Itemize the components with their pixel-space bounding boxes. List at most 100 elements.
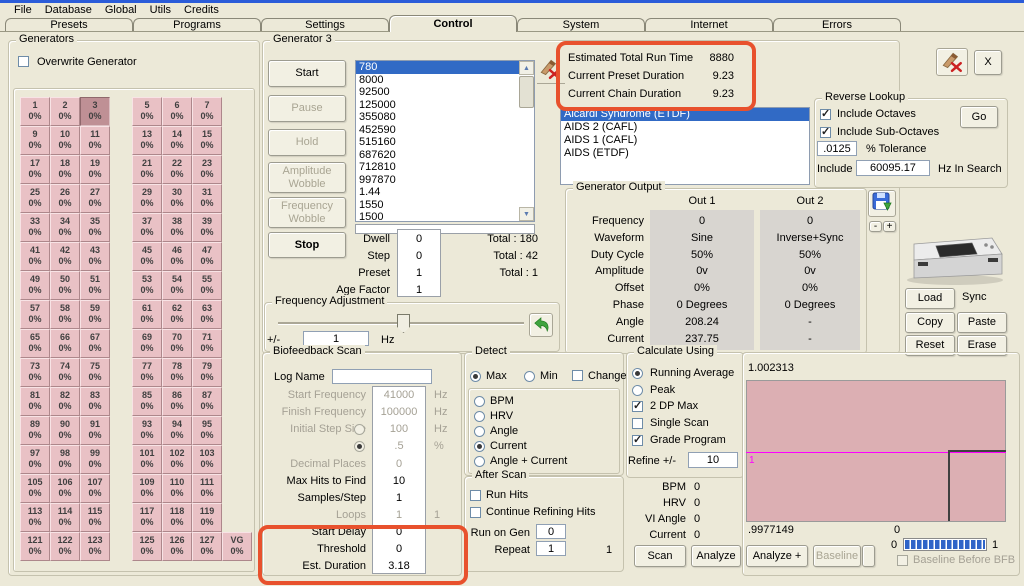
detect-source-radio-angle[interactable]: [474, 426, 485, 437]
frequency-item[interactable]: 452590: [356, 124, 520, 137]
generator-cell-45[interactable]: 450%: [132, 242, 162, 271]
generator-cell-113[interactable]: 1130%: [20, 503, 50, 532]
initial-step-size-radio[interactable]: [354, 424, 365, 435]
generator-cell-1[interactable]: 10%: [20, 97, 50, 126]
generator-cell-105[interactable]: 1050%: [20, 474, 50, 503]
program-list[interactable]: Aicardi Syndrome (ETDF)AIDS 2 (CAFL)AIDS…: [560, 107, 810, 185]
bfb-row-value[interactable]: 1: [374, 492, 424, 504]
generator-cell-62[interactable]: 620%: [162, 300, 192, 329]
generator-cell-42[interactable]: 420%: [50, 242, 80, 271]
generator-cell-101[interactable]: 1010%: [132, 445, 162, 474]
generator-cell-75[interactable]: 750%: [80, 358, 110, 387]
refine-input[interactable]: 10: [688, 452, 738, 468]
run-on-gen-input[interactable]: 0: [536, 524, 566, 539]
generator-cell-26[interactable]: 260%: [50, 184, 80, 213]
age-factor-value[interactable]: 1: [397, 284, 441, 296]
generator-cell-23[interactable]: 230%: [192, 155, 222, 184]
frequency-item[interactable]: 125000: [356, 99, 520, 112]
generator-cell-30[interactable]: 300%: [162, 184, 192, 213]
generator-cell-46[interactable]: 460%: [162, 242, 192, 271]
frequency-item[interactable]: 92500: [356, 86, 520, 99]
tab-errors[interactable]: Errors: [773, 18, 901, 31]
generator-cell-115[interactable]: 1150%: [80, 503, 110, 532]
tab-settings[interactable]: Settings: [261, 18, 389, 31]
generator-cell-15[interactable]: 150%: [192, 126, 222, 155]
generator-cell-63[interactable]: 630%: [192, 300, 222, 329]
calc-checkbox-single-scan[interactable]: [632, 418, 643, 429]
generator-cell-81[interactable]: 810%: [20, 387, 50, 416]
generator-cell-103[interactable]: 1030%: [192, 445, 222, 474]
generator-cell-18[interactable]: 180%: [50, 155, 80, 184]
generator-cell-127[interactable]: 1270%: [192, 532, 222, 561]
generator-cell-93[interactable]: 930%: [132, 416, 162, 445]
generator-cell-50[interactable]: 500%: [50, 271, 80, 300]
calc-radio-running-average[interactable]: [632, 368, 643, 379]
generator-cell-83[interactable]: 830%: [80, 387, 110, 416]
initial-step-size-radio[interactable]: [354, 441, 365, 452]
generator-cell-41[interactable]: 410%: [20, 242, 50, 271]
calc-checkbox-grade-program[interactable]: [632, 435, 643, 446]
generator-cell-7[interactable]: 70%: [192, 97, 222, 126]
generator-cell-38[interactable]: 380%: [162, 213, 192, 242]
generator-cell-9[interactable]: 90%: [20, 126, 50, 155]
hold-button[interactable]: Hold: [268, 129, 346, 156]
generator-cell-25[interactable]: 250%: [20, 184, 50, 213]
baseline-before-bfb-checkbox[interactable]: [897, 555, 908, 566]
paste-button[interactable]: Paste: [957, 312, 1007, 333]
generator-cell-118[interactable]: 1180%: [162, 503, 192, 532]
tab-control[interactable]: Control: [389, 15, 517, 32]
step-value[interactable]: 0: [397, 250, 441, 262]
menu-item-utils[interactable]: Utils: [150, 4, 171, 16]
generator-cell-79[interactable]: 790%: [192, 358, 222, 387]
generator-cell-54[interactable]: 540%: [162, 271, 192, 300]
generator-cell-78[interactable]: 780%: [162, 358, 192, 387]
bfb-row-value[interactable]: 0: [374, 526, 424, 538]
generator-cell-27[interactable]: 270%: [80, 184, 110, 213]
frequency-item[interactable]: 712810: [356, 161, 520, 174]
generator-cell-71[interactable]: 710%: [192, 329, 222, 358]
generator-cell-123[interactable]: 1230%: [80, 532, 110, 561]
generator-cell-6[interactable]: 60%: [162, 97, 192, 126]
tolerance-input[interactable]: .0125: [817, 141, 857, 156]
generator-cell-102[interactable]: 1020%: [162, 445, 192, 474]
generator-cell-107[interactable]: 1070%: [80, 474, 110, 503]
menu-item-database[interactable]: Database: [45, 4, 92, 16]
generator-cell-13[interactable]: 130%: [132, 126, 162, 155]
program-item[interactable]: Aicardi Syndrome (ETDF): [561, 108, 809, 121]
frequency-list[interactable]: 7808000925001250003550804525905151606876…: [355, 60, 535, 222]
include-frequency-input[interactable]: 60095.17: [856, 160, 930, 176]
generator-cell-114[interactable]: 1140%: [50, 503, 80, 532]
frequency-adjustment-reset-button[interactable]: [529, 313, 553, 337]
generator-cell-122[interactable]: 1220%: [50, 532, 80, 561]
detect-source-radio-current[interactable]: [474, 441, 485, 452]
frequency-list-scroll-down[interactable]: ▼: [519, 207, 534, 221]
frequency-list-scroll-up[interactable]: ▲: [519, 61, 534, 75]
frequency-item[interactable]: 1550: [356, 199, 520, 212]
clear-frequency-list-button[interactable]: [538, 56, 564, 82]
program-item[interactable]: AIDS 1 (CAFL): [561, 134, 809, 147]
frequency-item[interactable]: 997870: [356, 174, 520, 187]
frequency-item[interactable]: 515160: [356, 136, 520, 149]
generator-cell-98[interactable]: 980%: [50, 445, 80, 474]
menu-item-global[interactable]: Global: [105, 4, 137, 16]
generator-cell-106[interactable]: 1060%: [50, 474, 80, 503]
generator-cell-58[interactable]: 580%: [50, 300, 80, 329]
generator-cell-35[interactable]: 350%: [80, 213, 110, 242]
dwell-value[interactable]: 0: [397, 233, 441, 245]
generator-cell-19[interactable]: 190%: [80, 155, 110, 184]
go-button[interactable]: Go: [960, 106, 998, 128]
amplitude-wobble-button[interactable]: Amplitude Wobble: [268, 162, 346, 193]
generator-cell-65[interactable]: 650%: [20, 329, 50, 358]
generator-cell-34[interactable]: 340%: [50, 213, 80, 242]
generator-cell-29[interactable]: 290%: [132, 184, 162, 213]
scan-button[interactable]: Scan: [634, 545, 686, 567]
generator-cell-73[interactable]: 730%: [20, 358, 50, 387]
generator-cell-77[interactable]: 770%: [132, 358, 162, 387]
decrease-button[interactable]: -: [869, 221, 882, 232]
generator-cell-37[interactable]: 370%: [132, 213, 162, 242]
detect-mode-radio-max[interactable]: [470, 371, 481, 382]
save-settings-button[interactable]: [868, 190, 896, 217]
adjustment-value-input[interactable]: 1: [303, 331, 369, 346]
program-item[interactable]: AIDS (ETDF): [561, 147, 809, 160]
generator-cell-94[interactable]: 940%: [162, 416, 192, 445]
